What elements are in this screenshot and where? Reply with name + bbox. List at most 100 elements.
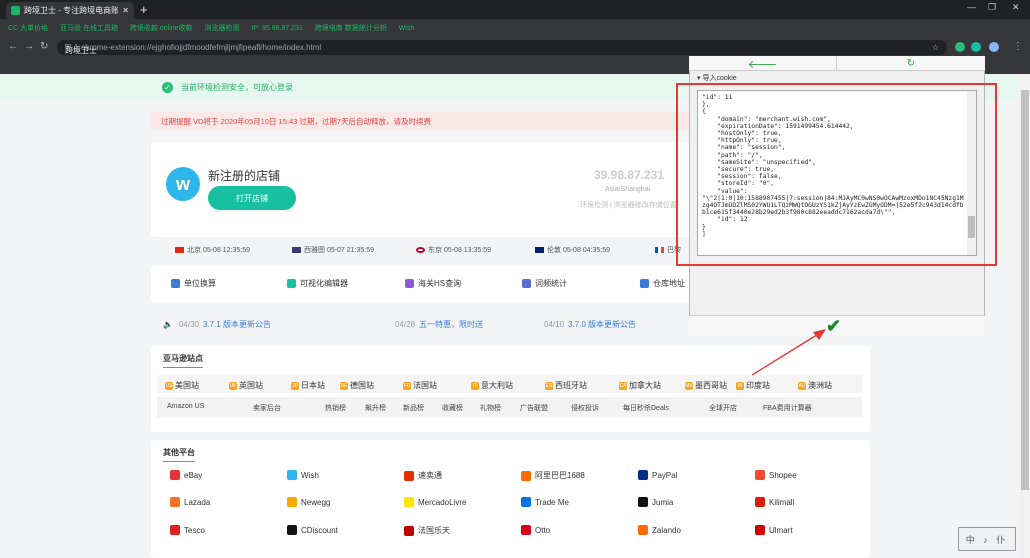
flag-icon xyxy=(535,247,544,254)
amazon-link[interactable]: 全球开店 xyxy=(709,403,737,413)
amazon-site-es[interactable]: ES 西班牙站 xyxy=(545,380,587,391)
platform-logo-icon xyxy=(404,497,414,507)
ip-note: 环境检测 | 浏览器修改存储位置 xyxy=(580,202,677,209)
platform-label: Otto xyxy=(535,525,551,535)
platform-logo-icon xyxy=(755,497,765,507)
amazon-site-in[interactable]: IN 印度站 xyxy=(736,380,770,391)
bookmark[interactable]: 跨境电商 数据统计分析 xyxy=(315,25,387,32)
extension-icon[interactable] xyxy=(989,42,999,52)
refresh-icon[interactable]: ↻ xyxy=(837,56,985,71)
amazon-link[interactable]: 新品榜 xyxy=(403,403,424,413)
tool-visual-editor[interactable]: 可视化编辑器 xyxy=(287,278,348,289)
amazon-site-ca[interactable]: CA 加拿大站 xyxy=(619,380,661,391)
site-label: 英国站 xyxy=(239,381,263,390)
maximize-button[interactable]: ❐ xyxy=(988,2,996,13)
platform-logo-icon xyxy=(404,525,414,536)
amazon-site-mx[interactable]: MX 墨西哥站 xyxy=(685,380,727,391)
announcement-date: 04/28 xyxy=(395,320,416,329)
bookmark[interactable]: IP: 95.86.87.231 xyxy=(251,25,302,32)
reload-icon[interactable]: ↻ xyxy=(40,41,48,52)
amazon-site-au[interactable]: AU 澳洲站 xyxy=(798,380,832,391)
platform-kilimall[interactable]: Kilimall xyxy=(755,497,794,507)
amazon-site-us[interactable]: US 美国站 xyxy=(165,380,199,391)
open-store-button[interactable]: 打开店铺 xyxy=(208,186,296,210)
extension-icon[interactable] xyxy=(971,42,981,52)
bookmark[interactable]: CC 大单价格 xyxy=(8,25,48,32)
platform-paypal[interactable]: PayPal xyxy=(638,470,677,480)
tool-warehouse-address[interactable]: 仓库地址 xyxy=(640,278,685,289)
tool-hs-query[interactable]: 海关HS查询 xyxy=(405,278,461,289)
platform-otto[interactable]: Otto xyxy=(521,525,550,535)
close-tab-icon[interactable]: ✕ xyxy=(122,6,129,15)
import-cookie-label[interactable]: ▾ 导入cookie xyxy=(697,73,737,83)
site-badge: MX xyxy=(685,381,693,390)
platform--1688[interactable]: 阿里巴巴1688 xyxy=(521,470,585,481)
amazon-site-jp[interactable]: JP 日本站 xyxy=(291,380,325,391)
minimize-button[interactable]: — xyxy=(967,2,976,12)
amazon-site-de[interactable]: DE 德国站 xyxy=(340,380,374,391)
announcement-link[interactable]: 3.7.0 版本更新公告 xyxy=(568,320,636,329)
amazon-site-fr[interactable]: FR 法国站 xyxy=(403,380,437,391)
flag-icon xyxy=(655,247,664,254)
amazon-link[interactable]: 飙升榜 xyxy=(365,403,386,413)
platform-tesco[interactable]: Tesco xyxy=(170,525,205,535)
tool-label: 可视化编辑器 xyxy=(300,279,348,288)
announcement-item[interactable]: 🔈 04/30 3.7.1 版本更新公告 xyxy=(163,319,271,330)
tab-bar xyxy=(0,0,1030,19)
amazon-link[interactable]: 热销榜 xyxy=(325,403,346,413)
site-badge: DE xyxy=(340,381,348,390)
platform-trade-me[interactable]: Trade Me xyxy=(521,497,569,507)
amazon-link[interactable]: Amazon US xyxy=(167,403,204,410)
clock-item: 伦敦 05-08 04:35:59 xyxy=(535,245,610,255)
bookmark[interactable]: 跨境收款 online收款 xyxy=(130,25,193,32)
address-bar[interactable]: ⛨ 跨境卫士 | chrome-extension://ejghofiojjdf… xyxy=(57,40,947,55)
tool-unit-convert[interactable]: 单位换算 xyxy=(171,278,216,289)
platform-ulmart[interactable]: Ulmart xyxy=(755,525,793,535)
platform-cdiscount[interactable]: CDiscount xyxy=(287,525,338,535)
platform-label: Zalando xyxy=(652,525,681,535)
forward-icon[interactable]: → xyxy=(24,41,34,52)
flag-icon xyxy=(416,247,425,254)
tool-label: 单位换算 xyxy=(184,279,216,288)
platform-mercadolivre[interactable]: MercadoLivre xyxy=(404,497,466,507)
platform-wish[interactable]: Wish xyxy=(287,470,319,480)
new-tab-button[interactable]: + xyxy=(140,2,148,17)
star-icon[interactable]: ☆ xyxy=(932,43,939,52)
amazon-site-it[interactable]: IT 意大利站 xyxy=(471,380,513,391)
browser-tab[interactable]: 跨境卫士 - 专注跨境电商账号安全 ✕ xyxy=(6,2,134,19)
amazon-site-uk[interactable]: UK 英国站 xyxy=(229,380,263,391)
menu-icon[interactable]: ⋮ xyxy=(1013,41,1023,52)
platform-ebay[interactable]: eBay xyxy=(170,470,202,480)
platform-lazada[interactable]: Lazada xyxy=(170,497,210,507)
highlight-box xyxy=(676,83,997,266)
platform-label: 速卖通 xyxy=(418,471,442,480)
announcement-item[interactable]: 04/10 3.7.0 版本更新公告 xyxy=(544,319,636,330)
bookmark[interactable]: 亚马逊 在线工具箱 xyxy=(60,25,118,32)
amazon-link[interactable]: 卖家后台 xyxy=(253,403,281,413)
amazon-link[interactable]: 侵权投诉 xyxy=(571,403,599,413)
amazon-link[interactable]: FBA费用计算器 xyxy=(763,403,812,413)
extension-icon[interactable] xyxy=(955,42,965,52)
platform-shopee[interactable]: Shopee xyxy=(755,470,797,480)
amazon-link[interactable]: 每日秒杀Deals xyxy=(623,403,669,413)
bookmark[interactable]: Wish xyxy=(399,25,415,32)
amazon-link[interactable]: 礼物榜 xyxy=(480,403,501,413)
platform--[interactable]: 法国乐天 xyxy=(404,525,450,536)
announcement-link[interactable]: 3.7.1 版本更新公告 xyxy=(203,320,271,329)
amazon-link[interactable]: 收藏榜 xyxy=(442,403,463,413)
amazon-link[interactable]: 广告联盟 xyxy=(520,403,548,413)
announcement-item[interactable]: 04/28 五一特惠，限时送 xyxy=(395,319,483,330)
unit-convert-icon xyxy=(171,279,180,288)
platform-zalando[interactable]: Zalando xyxy=(638,525,681,535)
page-scrollbar-thumb[interactable] xyxy=(1021,90,1029,490)
platform-jumia[interactable]: Jumia xyxy=(638,497,673,507)
announcement-date: 04/30 xyxy=(178,320,199,329)
platform-newegg[interactable]: Newegg xyxy=(287,497,330,507)
back-icon[interactable]: ← xyxy=(8,41,18,52)
announcement-link[interactable]: 五一特惠，限时送 xyxy=(419,320,483,329)
bookmark[interactable]: 浏览器检测 xyxy=(205,25,240,32)
back-arrow-icon[interactable]: 🡐 xyxy=(689,56,837,71)
tool-word-frequency[interactable]: 词频统计 xyxy=(522,278,567,289)
platform--[interactable]: 速卖通 xyxy=(404,470,442,481)
close-window-button[interactable]: ✕ xyxy=(1012,2,1020,13)
